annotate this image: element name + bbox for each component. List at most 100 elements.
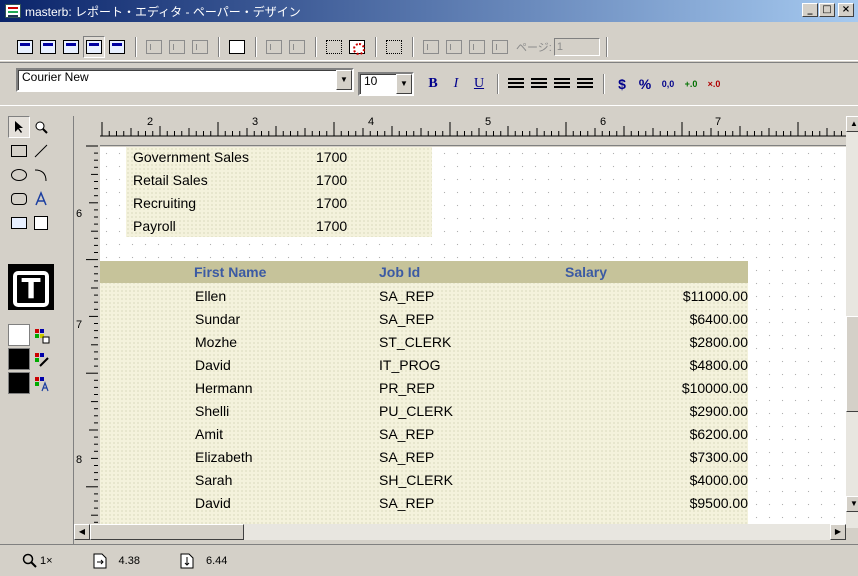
job-id-field[interactable]: SH_CLERK [379, 472, 453, 488]
last-page-button[interactable] [489, 36, 511, 58]
font-size-combobox[interactable]: 10 ▼ [358, 72, 414, 96]
first-page-button[interactable] [420, 36, 442, 58]
job-id-field[interactable]: PR_REP [379, 380, 435, 396]
line-color-swatch[interactable] [8, 348, 30, 370]
size-button[interactable] [286, 36, 308, 58]
percent-button[interactable]: % [634, 73, 656, 95]
rounded-rectangle-tool[interactable] [8, 188, 30, 210]
salary-field[interactable]: $6200.00 [690, 426, 748, 442]
run-report-button[interactable] [346, 36, 368, 58]
rectangle-tool[interactable] [8, 140, 30, 162]
layout-model-button[interactable] [60, 36, 82, 58]
first-name-field[interactable]: Sundar [195, 311, 240, 327]
first-name-field[interactable]: Elizabeth [195, 449, 253, 465]
first-name-field[interactable]: David [195, 357, 231, 373]
text-color-swatch[interactable] [8, 372, 30, 394]
horizontal-scrollbar[interactable]: ◀ ▶ [74, 524, 846, 540]
underline-button[interactable]: U [468, 73, 490, 95]
salary-field[interactable]: $10000.00 [682, 380, 748, 396]
select-tool[interactable] [8, 116, 30, 138]
font-name-combobox[interactable]: Courier New ▼ [16, 68, 354, 92]
magnify-tool[interactable] [30, 116, 52, 138]
dept-name-field[interactable]: Payroll [133, 218, 176, 234]
maximize-button[interactable]: □ [819, 3, 835, 17]
grid-snap-button[interactable] [383, 36, 405, 58]
paper-layout-button[interactable] [106, 36, 128, 58]
first-name-field[interactable]: Sarah [195, 472, 232, 488]
dept-name-field[interactable]: Government Sales [133, 149, 249, 165]
first-name-field[interactable]: Shelli [195, 403, 229, 419]
first-name-field[interactable]: Amit [195, 426, 223, 442]
confine-button[interactable] [226, 36, 248, 58]
line-color-icon[interactable] [34, 352, 50, 368]
ellipse-tool[interactable] [8, 164, 30, 186]
align-left-button[interactable] [505, 73, 527, 95]
job-id-field[interactable]: ST_CLERK [379, 334, 451, 350]
italic-button[interactable]: I [445, 73, 467, 95]
next-page-button[interactable] [466, 36, 488, 58]
scroll-down-button[interactable]: ▼ [846, 496, 858, 512]
trailer-button[interactable] [189, 36, 211, 58]
job-id-header[interactable]: Job Id [379, 264, 420, 280]
first-name-field[interactable]: Mozhe [195, 334, 237, 350]
salary-field[interactable]: $4800.00 [690, 357, 748, 373]
previous-page-button[interactable] [443, 36, 465, 58]
text-color-icon[interactable] [34, 376, 50, 392]
close-button[interactable]: × [838, 3, 854, 17]
align-right-button[interactable] [551, 73, 573, 95]
job-id-field[interactable]: SA_REP [379, 288, 434, 304]
salary-field[interactable]: $4000.00 [690, 472, 748, 488]
paper-design-button[interactable] [83, 35, 105, 58]
vertical-scroll-thumb[interactable] [846, 316, 858, 412]
scroll-left-button[interactable]: ◀ [74, 524, 90, 540]
web-source-button[interactable] [37, 36, 59, 58]
horizontal-scroll-thumb[interactable] [90, 524, 244, 540]
fill-color-swatch[interactable] [8, 324, 30, 346]
salary-field[interactable]: $11000.00 [683, 288, 748, 304]
job-id-field[interactable]: SA_REP [379, 449, 434, 465]
first-name-field[interactable]: Hermann [195, 380, 253, 396]
arc-tool[interactable] [30, 164, 52, 186]
dept-value-field[interactable]: 1700 [316, 218, 347, 234]
frame-tool[interactable] [30, 212, 52, 234]
first-name-field[interactable]: David [195, 495, 231, 511]
salary-field[interactable]: $2800.00 [690, 334, 748, 350]
page-number-field[interactable]: 1 [553, 37, 600, 56]
vertical-scrollbar[interactable]: ▲ ▼ [846, 116, 858, 528]
justify-button[interactable] [574, 73, 596, 95]
currency-button[interactable]: $ [611, 73, 633, 95]
job-id-field[interactable]: PU_CLERK [379, 403, 453, 419]
first-name-field[interactable]: Ellen [195, 288, 226, 304]
first-name-header[interactable]: First Name [194, 264, 266, 280]
align-center-button[interactable] [528, 73, 550, 95]
remove-decimal-button[interactable]: ×.0 [703, 73, 725, 95]
chevron-down-icon[interactable]: ▼ [396, 74, 412, 94]
scroll-right-button[interactable]: ▶ [830, 524, 846, 540]
job-id-field[interactable]: SA_REP [379, 495, 434, 511]
dept-value-field[interactable]: 1700 [316, 149, 347, 165]
dept-value-field[interactable]: 1700 [316, 195, 347, 211]
scroll-up-button[interactable]: ▲ [846, 116, 858, 132]
data-model-button[interactable] [14, 36, 36, 58]
add-decimal-button[interactable]: +.0 [680, 73, 702, 95]
text-tool[interactable] [30, 188, 52, 210]
dept-value-field[interactable]: 1700 [316, 172, 347, 188]
salary-field[interactable]: $9500.00 [690, 495, 748, 511]
job-id-field[interactable]: IT_PROG [379, 357, 440, 373]
job-id-field[interactable]: SA_REP [379, 311, 434, 327]
fill-color-icon[interactable] [34, 328, 50, 344]
flex-button[interactable] [323, 36, 345, 58]
salary-field[interactable]: $2900.00 [690, 403, 748, 419]
text-color-preview[interactable]: T [8, 264, 54, 310]
report-canvas[interactable]: Government Sales 1700 Retail Sales 1700 … [100, 147, 846, 528]
align-button[interactable] [263, 36, 285, 58]
minimize-button[interactable]: _ [802, 3, 818, 17]
line-tool[interactable] [30, 140, 52, 162]
dept-name-field[interactable]: Retail Sales [133, 172, 208, 188]
title-bar[interactable]: masterb: レポート・エディタ - ペーパー・デザイン _ □ × [0, 0, 858, 22]
commas-button[interactable]: 0,0 [657, 73, 679, 95]
bold-button[interactable]: B [422, 73, 444, 95]
chevron-down-icon[interactable]: ▼ [336, 70, 352, 90]
dept-name-field[interactable]: Recruiting [133, 195, 196, 211]
salary-field[interactable]: $6400.00 [690, 311, 748, 327]
